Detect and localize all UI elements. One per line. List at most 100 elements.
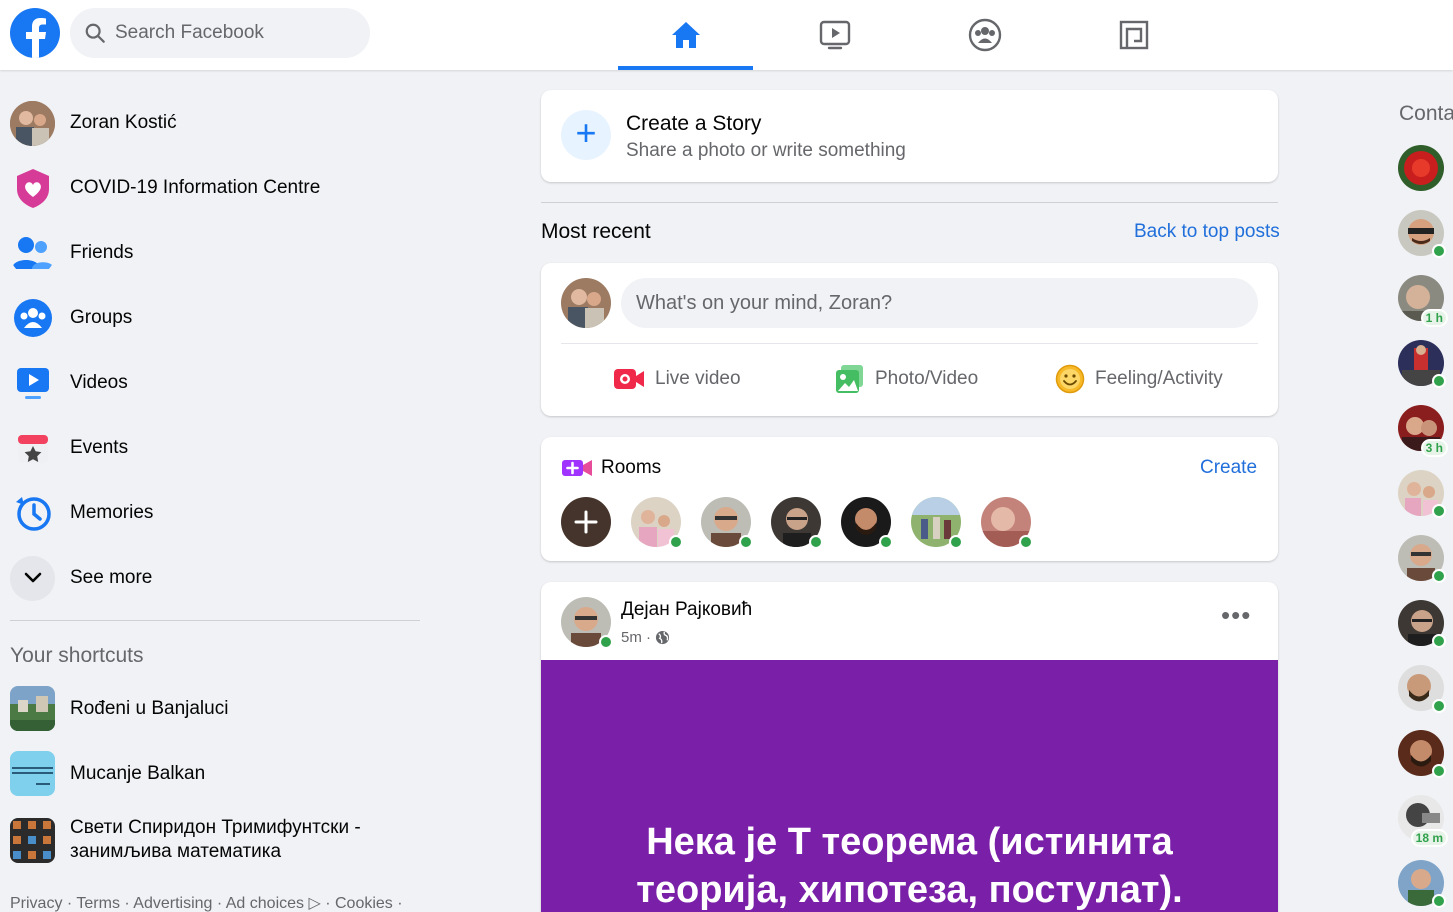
post-author-avatar[interactable] xyxy=(561,597,613,649)
sidebar-item-label: Memories xyxy=(70,502,154,523)
shortcut-label: Mucanje Balkan xyxy=(70,762,206,784)
room-avatar[interactable] xyxy=(701,497,753,549)
room-avatar[interactable] xyxy=(841,497,893,549)
post-card: Дејан Рајковић 5m · ••• Нека је Т теорем… xyxy=(541,582,1278,912)
last-active-badge: 1 h xyxy=(1420,309,1448,327)
sidebar-item-memories[interactable]: Memories xyxy=(10,484,420,542)
watch-icon xyxy=(819,20,850,50)
story-subtitle: Share a photo or write something xyxy=(626,140,906,161)
rooms-card: Rooms Create xyxy=(541,437,1278,561)
shortcut-thumbnail xyxy=(10,686,55,731)
videos-icon xyxy=(10,361,55,406)
facebook-logo-icon[interactable] xyxy=(10,8,60,58)
top-bar xyxy=(0,0,1453,70)
sidebar-item-events[interactable]: Events xyxy=(10,419,420,477)
status-input[interactable] xyxy=(621,278,1258,328)
covid-heart-icon xyxy=(10,166,55,211)
online-indicator xyxy=(669,535,683,549)
contact-avatar[interactable] xyxy=(1398,470,1446,518)
nav-home[interactable] xyxy=(618,0,753,70)
nav-gaming[interactable] xyxy=(1066,0,1201,70)
home-icon xyxy=(671,22,700,48)
search-icon xyxy=(85,23,105,43)
sidebar-item-videos[interactable]: Videos xyxy=(10,354,420,412)
room-avatar[interactable] xyxy=(771,497,823,549)
friends-icon xyxy=(10,231,55,276)
create-story-card[interactable]: + Create a Story Share a photo or write … xyxy=(541,90,1278,182)
create-room-button[interactable] xyxy=(561,497,611,547)
back-to-top-link[interactable]: Back to top posts xyxy=(1134,221,1280,243)
more-options-icon[interactable]: ••• xyxy=(1221,602,1251,628)
contact-avatar[interactable] xyxy=(1398,210,1446,258)
contact-avatar[interactable]: 18 m xyxy=(1398,795,1448,847)
action-label: Feeling/Activity xyxy=(1095,368,1223,389)
groups-icon xyxy=(10,296,55,341)
contact-avatar[interactable] xyxy=(1398,535,1446,583)
photo-video-icon xyxy=(836,365,863,393)
live-video-button[interactable]: Live video xyxy=(613,359,741,399)
profile-avatar xyxy=(10,100,55,146)
search-box[interactable] xyxy=(70,8,370,58)
online-indicator xyxy=(599,635,613,649)
post-timestamp[interactable]: 5m · xyxy=(621,629,670,646)
action-label: Live video xyxy=(655,368,741,389)
online-indicator xyxy=(949,535,963,549)
online-indicator xyxy=(1432,894,1446,908)
last-active-badge: 18 m xyxy=(1410,829,1448,847)
sidebar-item-groups[interactable]: Groups xyxy=(10,289,420,347)
shortcuts-title: Your shortcuts xyxy=(10,644,144,667)
shortcut-label: Rođeni u Banjaluci xyxy=(70,697,229,719)
shortcut-thumbnail xyxy=(10,817,55,863)
sidebar-item-covid[interactable]: COVID-19 Information Centre xyxy=(10,159,420,217)
composer-divider xyxy=(561,343,1258,344)
composer-card: Live video Photo/Video Feeling/Activity xyxy=(541,263,1278,416)
sidebar-item-label: Events xyxy=(70,437,129,458)
contact-avatar[interactable] xyxy=(1398,145,1444,191)
groups-icon xyxy=(968,18,1001,52)
user-avatar[interactable] xyxy=(561,278,611,328)
sidebar-item-label: Friends xyxy=(70,242,134,263)
contact-avatar[interactable] xyxy=(1398,730,1446,778)
room-avatar[interactable] xyxy=(981,497,1033,549)
feed-divider xyxy=(541,202,1278,203)
post-author-name[interactable]: Дејан Рајковић xyxy=(621,599,752,621)
shortcut-item[interactable]: Rođeni u Banjaluci xyxy=(10,686,420,731)
sidebar-item-label: Zoran Kostić xyxy=(70,112,177,133)
last-active-badge: 3 h xyxy=(1420,439,1448,457)
feeling-activity-button[interactable]: Feeling/Activity xyxy=(1055,359,1223,399)
sidebar-item-label: Groups xyxy=(70,307,133,328)
shortcut-thumbnail xyxy=(10,751,55,796)
contact-avatar[interactable] xyxy=(1398,340,1446,388)
sidebar-item-profile[interactable]: Zoran Kostić xyxy=(10,94,420,152)
feeling-icon xyxy=(1055,364,1085,394)
contact-avatar[interactable] xyxy=(1398,860,1446,908)
contact-avatar[interactable] xyxy=(1398,665,1446,713)
story-title: Create a Story xyxy=(626,112,762,135)
chevron-down-icon xyxy=(10,555,55,601)
online-indicator xyxy=(809,535,823,549)
online-indicator xyxy=(879,535,893,549)
nav-groups[interactable] xyxy=(917,0,1052,70)
post-text-body: Нека је Т теорема (истинита теорија, хип… xyxy=(541,660,1278,912)
sidebar-item-label: See more xyxy=(70,567,153,588)
sidebar-item-friends[interactable]: Friends xyxy=(10,224,420,282)
rooms-create-link[interactable]: Create xyxy=(1200,457,1257,479)
contact-avatar[interactable] xyxy=(1398,600,1446,648)
room-avatar[interactable] xyxy=(911,497,963,549)
room-avatar[interactable] xyxy=(631,497,683,549)
globe-icon xyxy=(655,630,670,645)
shortcut-item[interactable]: Mucanje Balkan xyxy=(10,751,420,796)
contact-avatar[interactable]: 3 h xyxy=(1398,405,1448,457)
photo-video-button[interactable]: Photo/Video xyxy=(835,359,978,399)
plus-icon: + xyxy=(561,110,611,160)
shortcut-item[interactable]: Свети Спиридон Тримифунтски - занимљива … xyxy=(10,816,420,864)
footer-links[interactable]: Privacy · Terms · Advertising · Ad choic… xyxy=(10,893,403,912)
contact-avatar[interactable]: 1 h xyxy=(1398,275,1448,327)
rooms-video-icon xyxy=(562,460,592,476)
sidebar-item-label: Videos xyxy=(70,372,128,393)
online-indicator xyxy=(1432,374,1446,388)
sidebar-item-see-more[interactable]: See more xyxy=(10,549,420,607)
search-input[interactable] xyxy=(115,22,345,44)
memories-icon xyxy=(10,491,55,536)
nav-watch[interactable] xyxy=(767,0,902,70)
